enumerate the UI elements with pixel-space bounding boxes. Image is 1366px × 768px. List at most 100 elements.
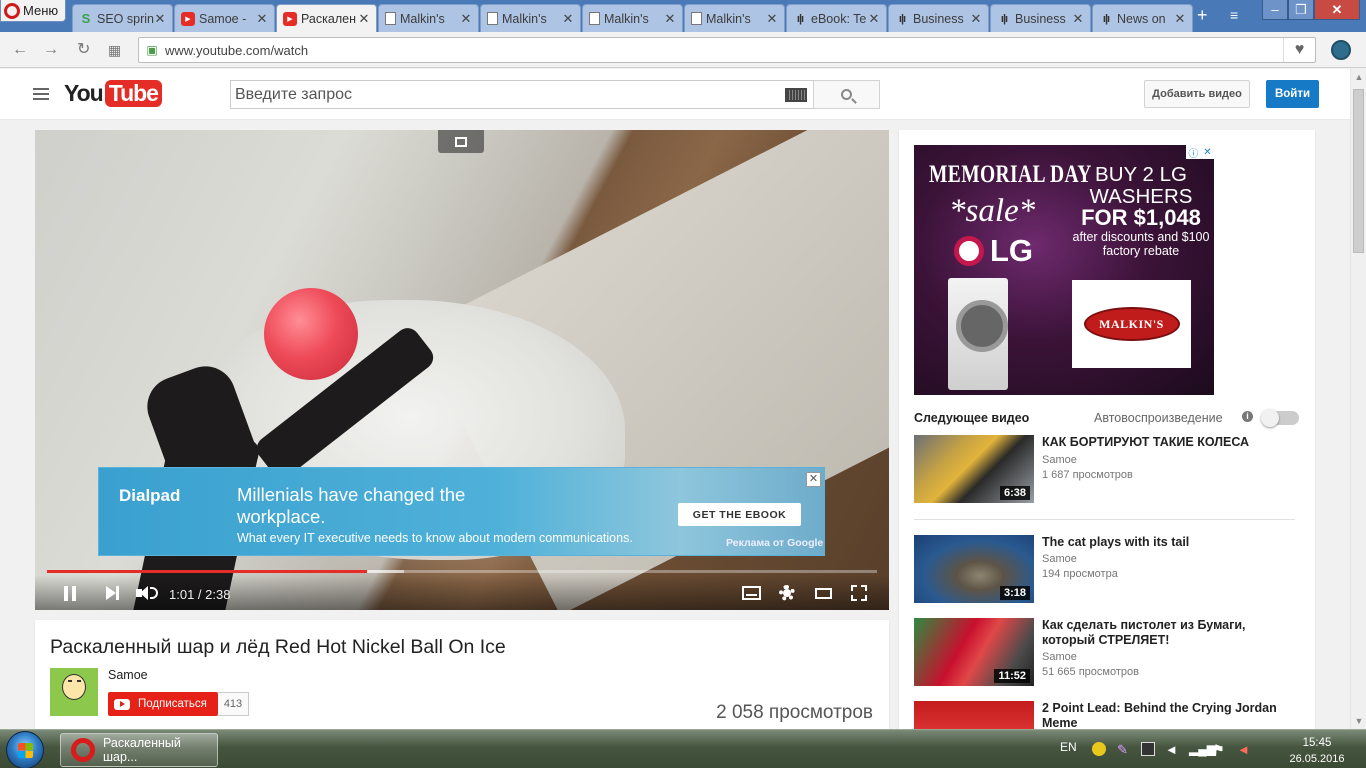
recommended-title[interactable]: Как сделать пистолет из Бумаги, который … — [1042, 618, 1292, 648]
tab-close-icon[interactable]: ✕ — [664, 11, 676, 27]
tab-samoe[interactable]: ▶ Samoe - ✕ — [174, 4, 275, 32]
info-icon[interactable]: i — [1242, 411, 1253, 422]
autoplay-toggle[interactable] — [1261, 409, 1299, 427]
window-close-icon[interactable]: ✕ — [1314, 0, 1360, 20]
tab-news[interactable]: ı|ı News on ✕ — [1092, 4, 1193, 32]
tab-seo[interactable]: S SEO sprin ✕ — [72, 4, 173, 32]
tab-close-icon[interactable]: ✕ — [1072, 11, 1084, 27]
scroll-down-arrow-icon[interactable]: ▼ — [1351, 713, 1366, 729]
tab-close-icon[interactable]: ✕ — [154, 11, 166, 27]
subscribe-label: Подписаться — [138, 698, 207, 710]
tab-business-2[interactable]: ı|ı Business ✕ — [990, 4, 1091, 32]
progress-bar[interactable] — [47, 570, 877, 573]
ad-cta-button[interactable]: GET THE EBOOK — [678, 503, 801, 526]
tab-close-icon[interactable]: ✕ — [970, 11, 982, 27]
sign-in-button[interactable]: Войти — [1266, 80, 1319, 108]
tab-menu-icon[interactable]: ≡ — [1230, 6, 1238, 24]
theater-mode-icon[interactable] — [813, 583, 833, 603]
search-button[interactable] — [813, 80, 880, 109]
adchoices-icon[interactable]: ⓘ ✕ — [1186, 145, 1214, 160]
video-player[interactable]: Dialpad Millenials have changed the work… — [35, 130, 889, 610]
back-arrow-icon[interactable]: ← — [12, 41, 28, 59]
tray-volume-icon[interactable]: ◄ — [1237, 742, 1251, 757]
tray-pen-icon[interactable]: ✎ — [1117, 742, 1131, 757]
video-thumbnail[interactable]: 11:52 — [914, 618, 1034, 686]
tab-active-video[interactable]: ▶ Раскален ✕ — [276, 4, 377, 32]
recommended-video[interactable]: 2 Point Lead: Behind the Crying Jordan M… — [914, 701, 1304, 729]
pause-icon[interactable] — [61, 583, 79, 603]
settings-gear-icon[interactable] — [777, 583, 797, 603]
language-indicator[interactable]: EN — [1060, 740, 1077, 754]
tray-network-icon[interactable]: ▂▄▆ — [1189, 742, 1216, 756]
start-button[interactable] — [6, 731, 44, 768]
tab-malkins-3[interactable]: Malkin's ✕ — [582, 4, 683, 32]
video-thumbnail[interactable]: 3:18 — [914, 535, 1034, 603]
overlay-ad[interactable]: Dialpad Millenials have changed the work… — [98, 467, 825, 556]
heart-bookmark-icon[interactable]: ♥ — [1283, 38, 1315, 62]
lg-logo-text: LG — [990, 233, 1034, 268]
tab-business-1[interactable]: ı|ı Business ✕ — [888, 4, 989, 32]
recommended-title[interactable]: КАК БОРТИРУЮТ ТАКИЕ КОЛЕСА — [1042, 435, 1292, 450]
tab-malkins-4[interactable]: Malkin's ✕ — [684, 4, 785, 32]
tab-close-icon[interactable]: ✕ — [256, 11, 268, 27]
speed-dial-grid-icon[interactable]: ▦ — [108, 41, 121, 59]
scrollbar-thumb[interactable] — [1353, 89, 1364, 253]
new-tab-plus-icon[interactable]: + — [1197, 6, 1208, 24]
recommended-title[interactable]: 2 Point Lead: Behind the Crying Jordan M… — [1042, 701, 1292, 729]
tab-ebook[interactable]: ı|ı eBook: Te ✕ — [786, 4, 887, 32]
taskbar-opera-window[interactable]: Раскаленный шар... — [60, 733, 218, 767]
tray-flag-icon[interactable]: ⚑ — [1213, 742, 1227, 757]
next-video-icon[interactable] — [103, 583, 121, 603]
windows-taskbar: Раскаленный шар... EN ✎ ◄ ▂▄▆ ⚑ ◄ 15:45 … — [0, 729, 1366, 768]
url-text[interactable]: www.youtube.com/watch — [165, 43, 1283, 58]
tab-close-icon[interactable]: ✕ — [868, 11, 880, 27]
tab-close-icon[interactable]: ✕ — [358, 11, 370, 27]
recommended-title[interactable]: The cat plays with its tail — [1042, 535, 1292, 550]
reload-icon[interactable]: ↻ — [77, 41, 90, 59]
tab-close-icon[interactable]: ✕ — [562, 11, 574, 27]
video-thumbnail[interactable]: 6:38 — [914, 435, 1034, 503]
tab-close-icon[interactable]: ✕ — [1174, 11, 1186, 27]
tray-device-icon[interactable] — [1141, 742, 1155, 756]
tab-malkins-2[interactable]: Malkin's ✕ — [480, 4, 581, 32]
scroll-up-arrow-icon[interactable]: ▲ — [1351, 69, 1366, 85]
page-icon — [589, 12, 600, 25]
vpn-globe-icon[interactable] — [1331, 40, 1351, 60]
tab-close-icon[interactable]: ✕ — [460, 11, 472, 27]
subtitles-icon[interactable] — [741, 583, 761, 603]
opera-menu-button[interactable]: Меню — [0, 0, 66, 22]
ad-close-icon[interactable]: ✕ — [806, 472, 821, 487]
page-scrollbar[interactable]: ▲ ▼ — [1350, 69, 1366, 729]
volume-icon[interactable] — [136, 583, 158, 603]
fullscreen-icon[interactable] — [849, 583, 869, 603]
video-thumbnail[interactable] — [914, 701, 1034, 729]
recommended-video[interactable]: 6:38 КАК БОРТИРУЮТ ТАКИЕ КОЛЕСА Samoe 1 … — [914, 435, 1304, 505]
tray-app-icon[interactable] — [1092, 742, 1106, 756]
channel-name[interactable]: Samoe — [108, 668, 148, 682]
autoplay-label: Автовоспроизведение — [1094, 411, 1223, 425]
guide-menu-icon[interactable] — [33, 88, 49, 100]
search-box — [230, 80, 814, 109]
search-input[interactable] — [235, 85, 785, 104]
tray-sound-muted-icon[interactable]: ◄ — [1165, 742, 1179, 757]
wave-icon: ı|ı — [898, 12, 906, 25]
system-clock[interactable]: 15:45 26.05.2016 — [1274, 735, 1360, 767]
popout-video-icon[interactable] — [438, 130, 484, 153]
subscribe-button[interactable]: Подписаться — [108, 692, 218, 716]
display-ad[interactable]: MEMORIAL DAY *sale* LG BUY 2 LG WASHERS … — [914, 145, 1214, 395]
tab-malkins-1[interactable]: Malkin's ✕ — [378, 4, 479, 32]
recommended-channel: Samoe — [1042, 651, 1077, 663]
url-field[interactable]: ▣ www.youtube.com/watch ♥ — [138, 37, 1316, 63]
recommended-video[interactable]: 3:18 The cat plays with its tail Samoe 1… — [914, 535, 1304, 605]
recommended-video[interactable]: 11:52 Как сделать пистолет из Бумаги, ко… — [914, 618, 1304, 688]
forward-arrow-icon[interactable]: → — [43, 41, 59, 59]
youtube-icon: ▶ — [283, 11, 297, 26]
window-maximize-icon[interactable]: ❐ — [1288, 0, 1314, 20]
window-minimize-icon[interactable]: – — [1262, 0, 1288, 20]
channel-avatar[interactable] — [50, 668, 98, 716]
tab-close-icon[interactable]: ✕ — [766, 11, 778, 27]
upload-button[interactable]: Добавить видео — [1144, 80, 1250, 108]
logo-tube: Tube — [104, 80, 162, 107]
keyboard-icon[interactable] — [785, 87, 807, 102]
youtube-logo[interactable]: You Tube — [64, 80, 162, 107]
